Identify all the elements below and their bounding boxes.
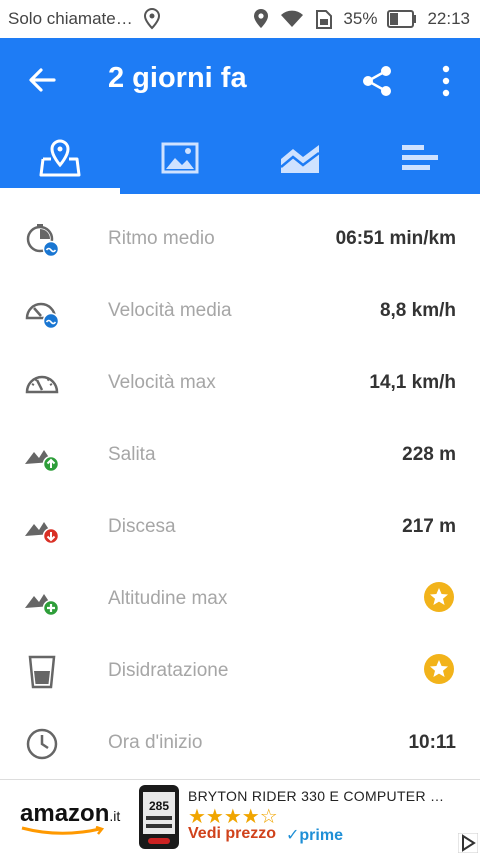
stats-list: Ritmo medio 06:51 min/km Velocità media … bbox=[0, 202, 480, 778]
stat-row-max-speed: Velocità max 14,1 km/h bbox=[0, 346, 480, 418]
battery-percent: 35% bbox=[343, 9, 378, 28]
adchoices-icon[interactable] bbox=[458, 833, 478, 853]
more-vert-icon[interactable] bbox=[436, 64, 456, 98]
stat-label: Ora d'inizio bbox=[108, 732, 203, 753]
stat-row-ascent: Salita 228 m bbox=[0, 418, 480, 490]
stat-value: 14,1 km/h bbox=[369, 372, 456, 393]
share-icon[interactable] bbox=[360, 64, 394, 98]
stat-row-hydration: Disidratazione bbox=[0, 634, 480, 706]
stat-row-descent: Discesa 217 m bbox=[0, 490, 480, 562]
bike-computer-image: 285 bbox=[139, 785, 179, 849]
max-altitude-icon bbox=[25, 594, 60, 617]
stat-label: Altitudine max bbox=[108, 588, 228, 609]
stat-value: 06:51 min/km bbox=[335, 228, 456, 249]
carrier-text: Solo chiamate… bbox=[8, 9, 133, 28]
brand-suffix: .it bbox=[109, 808, 121, 824]
area-chart-icon bbox=[280, 145, 320, 173]
amazon-logo: amazon.it bbox=[20, 800, 121, 835]
photos-tab[interactable] bbox=[120, 122, 240, 194]
selected-tab-indicator bbox=[0, 188, 120, 194]
see-price-link[interactable]: Vedi prezzo bbox=[188, 825, 276, 843]
prime-badge: ✓prime bbox=[286, 827, 343, 844]
bars-icon bbox=[402, 145, 438, 170]
pace-icon bbox=[26, 224, 60, 258]
status-bar: Solo chiamate… 35% 22:13 bbox=[0, 0, 480, 38]
wifi-icon bbox=[281, 10, 304, 27]
stat-value: 8,8 km/h bbox=[379, 300, 456, 321]
hydration-icon bbox=[28, 655, 56, 689]
clock-time: 22:13 bbox=[427, 9, 470, 28]
clock-icon bbox=[26, 728, 58, 760]
sim-icon bbox=[316, 10, 333, 29]
avg-speed-icon bbox=[25, 302, 60, 330]
stat-value: 217 m bbox=[402, 516, 456, 537]
image-icon bbox=[161, 142, 199, 174]
chart-tab[interactable] bbox=[240, 122, 360, 194]
device-screen-value: 285 bbox=[149, 799, 169, 813]
stat-value: 10:11 bbox=[408, 732, 456, 753]
stat-label: Velocità media bbox=[108, 300, 232, 321]
ascent-icon bbox=[25, 450, 60, 473]
ad-banner[interactable]: amazon.it 285 BRYTON RIDER 330 E COMPUTE… bbox=[0, 779, 480, 855]
app-bar: 2 giorni fa bbox=[0, 38, 480, 122]
location-icon bbox=[143, 8, 160, 30]
stat-row-start-time: Ora d'inizio 10:11 bbox=[0, 706, 480, 778]
stat-row-max-altitude: Altitudine max bbox=[0, 562, 480, 634]
stat-label: Salita bbox=[108, 444, 156, 465]
premium-star-icon[interactable] bbox=[424, 582, 454, 612]
stat-row-pace: Ritmo medio 06:51 min/km bbox=[0, 202, 480, 274]
descent-icon bbox=[25, 522, 60, 545]
back-arrow-icon[interactable] bbox=[26, 64, 58, 96]
product-title: BRYTON RIDER 330 E COMPUTER … bbox=[188, 788, 445, 804]
location-icon bbox=[254, 9, 269, 28]
tab-bar bbox=[0, 122, 480, 194]
map-tab[interactable] bbox=[0, 122, 120, 194]
stat-row-avg-speed: Velocità media 8,8 km/h bbox=[0, 274, 480, 346]
stat-value: 228 m bbox=[402, 444, 456, 465]
premium-star-icon[interactable] bbox=[424, 654, 454, 684]
stats-tab[interactable] bbox=[360, 122, 480, 194]
page-title: 2 giorni fa bbox=[108, 62, 247, 94]
battery-icon bbox=[387, 10, 417, 28]
map-pin-icon bbox=[39, 139, 81, 177]
brand-text: amazon bbox=[20, 800, 110, 827]
stat-label: Discesa bbox=[108, 516, 176, 537]
amazon-smile-icon bbox=[21, 826, 105, 835]
stat-label: Velocità max bbox=[108, 372, 216, 393]
stat-label: Ritmo medio bbox=[108, 228, 215, 249]
stat-label: Disidratazione bbox=[108, 660, 229, 681]
max-speed-icon bbox=[25, 375, 59, 394]
